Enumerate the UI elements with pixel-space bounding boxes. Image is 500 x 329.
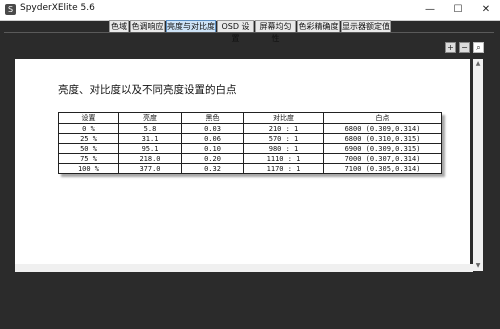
tab-tone-response[interactable]: 色调响应 xyxy=(130,20,165,32)
table-cell: 100 % xyxy=(58,163,119,174)
table-cell: 0.10 xyxy=(181,143,244,154)
brightness-table: 设置 亮度 黑色 对比度 白点 0 % 5.8 0.03 210 : 1 680… xyxy=(58,112,442,174)
zoom-in-icon[interactable]: + xyxy=(445,42,456,53)
tab-color-accuracy[interactable]: 色彩精确度 xyxy=(297,20,340,32)
table-cell: 377.0 xyxy=(118,163,182,174)
zoom-out-icon[interactable]: − xyxy=(459,42,470,53)
minimize-button[interactable]: — xyxy=(416,0,444,20)
column-header: 对比度 xyxy=(243,112,324,124)
table-cell: 31.1 xyxy=(118,133,182,144)
tab-display-rating[interactable]: 显示器额定值 xyxy=(341,20,391,32)
table-cell: 25 % xyxy=(58,133,119,144)
table-cell: 0.06 xyxy=(181,133,244,144)
table-cell: 75 % xyxy=(58,153,119,164)
column-header: 亮度 xyxy=(118,112,182,124)
table-cell: 95.1 xyxy=(118,143,182,154)
tab-osd-settings[interactable]: OSD 设置 xyxy=(217,20,254,43)
table-cell: 7000 (0.307,0.314) xyxy=(323,153,442,164)
table-header-row: 设置 亮度 黑色 对比度 白点 xyxy=(58,112,442,124)
maximize-button[interactable]: ☐ xyxy=(444,0,472,20)
table-row: 50 % 95.1 0.10 980 : 1 6900 (0.309,0.315… xyxy=(58,143,442,154)
table-cell: 980 : 1 xyxy=(243,143,324,154)
table-row: 100 % 377.0 0.32 1170 : 1 7100 (0.305,0.… xyxy=(58,163,442,174)
table-row: 75 % 218.0 0.20 1110 : 1 7000 (0.307,0.3… xyxy=(58,153,442,164)
table-row: 0 % 5.8 0.03 210 : 1 6800 (0.309,0.314) xyxy=(58,123,442,134)
table-cell: 6800 (0.310,0.315) xyxy=(323,133,442,144)
vertical-scrollbar[interactable]: ▲ ▼ xyxy=(473,59,483,271)
table-row: 25 % 31.1 0.06 570 : 1 6800 (0.310,0.315… xyxy=(58,133,442,144)
table-cell: 1170 : 1 xyxy=(243,163,324,174)
column-header: 白点 xyxy=(323,112,442,124)
table-cell: 0.20 xyxy=(181,153,244,164)
table-cell: 6800 (0.309,0.314) xyxy=(323,123,442,134)
zoom-fit-icon[interactable]: ⌕ xyxy=(473,42,484,53)
table-cell: 0.32 xyxy=(181,163,244,174)
table-cell: 50 % xyxy=(58,143,119,154)
table-cell: 7100 (0.305,0.314) xyxy=(323,163,442,174)
window-title: SpyderXElite 5.6 xyxy=(20,3,95,13)
tab-divider xyxy=(4,32,494,33)
column-header: 黑色 xyxy=(181,112,244,124)
table-cell: 5.8 xyxy=(118,123,182,134)
close-button[interactable]: ✕ xyxy=(472,0,500,20)
tab-screen-uniformity[interactable]: 屏幕均匀性 xyxy=(255,20,296,43)
app-logo-icon: S xyxy=(5,4,16,15)
table-cell: 0 % xyxy=(58,123,119,134)
column-header: 设置 xyxy=(58,112,119,124)
table-cell: 0.03 xyxy=(181,123,244,134)
table-cell: 570 : 1 xyxy=(243,133,324,144)
report-title: 亮度、对比度以及不同亮度设置的白点 xyxy=(58,84,237,96)
table-cell: 1110 : 1 xyxy=(243,153,324,164)
table-cell: 218.0 xyxy=(118,153,182,164)
title-bar: S SpyderXElite 5.6 — ☐ ✕ xyxy=(0,0,500,21)
horizontal-scrollbar[interactable] xyxy=(15,264,473,272)
table-cell: 210 : 1 xyxy=(243,123,324,134)
tab-brightness-contrast[interactable]: 亮度与对比度 xyxy=(166,20,216,32)
tab-gamut[interactable]: 色域 xyxy=(109,20,129,32)
scroll-down-icon[interactable]: ▼ xyxy=(473,261,483,271)
table-cell: 6900 (0.309,0.315) xyxy=(323,143,442,154)
scroll-up-icon[interactable]: ▲ xyxy=(473,59,483,69)
